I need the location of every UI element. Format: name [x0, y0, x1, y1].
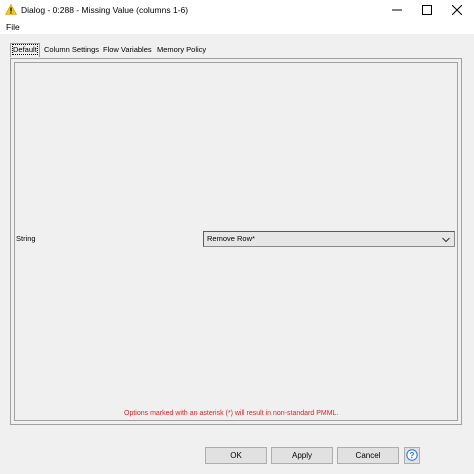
string-label: String [16, 234, 36, 243]
maximize-icon [422, 5, 432, 15]
tab-memory-policy-label: Memory Policy [157, 45, 207, 54]
maximize-button[interactable] [412, 0, 442, 20]
tab-column-settings[interactable]: Column Settings [42, 44, 101, 56]
close-icon [452, 5, 462, 15]
cancel-button[interactable]: Cancel [337, 447, 399, 464]
tab-column-settings-label: Column Settings [44, 45, 100, 54]
string-option-value: Remove Row* [207, 234, 255, 243]
tab-flow-variables-label: Flow Variables [103, 45, 152, 54]
minimize-icon [392, 5, 402, 15]
close-button[interactable] [442, 0, 472, 20]
tab-flow-variables[interactable]: Flow Variables [101, 44, 154, 56]
minimize-button[interactable] [382, 0, 412, 20]
svg-text:?: ? [410, 451, 415, 460]
tab-default[interactable]: Default [10, 43, 40, 57]
pmml-warning-note: Options marked with an asterisk (*) will… [124, 410, 339, 417]
ok-button[interactable]: OK [205, 447, 267, 464]
string-option-select[interactable]: Remove Row* [203, 231, 455, 247]
apply-button[interactable]: Apply [271, 447, 333, 464]
help-button[interactable]: ? [404, 447, 420, 464]
title-bar: Dialog - 0:288 - Missing Value (columns … [0, 0, 474, 20]
window-title: Dialog - 0:288 - Missing Value (columns … [21, 5, 189, 15]
tab-default-label: Default [12, 44, 38, 55]
warning-icon [4, 3, 18, 15]
menu-file[interactable]: File [6, 22, 20, 32]
help-icon: ? [406, 448, 418, 463]
chevron-down-icon [442, 236, 450, 245]
menu-bar: File [0, 20, 474, 34]
tab-memory-policy[interactable]: Memory Policy [155, 44, 208, 56]
